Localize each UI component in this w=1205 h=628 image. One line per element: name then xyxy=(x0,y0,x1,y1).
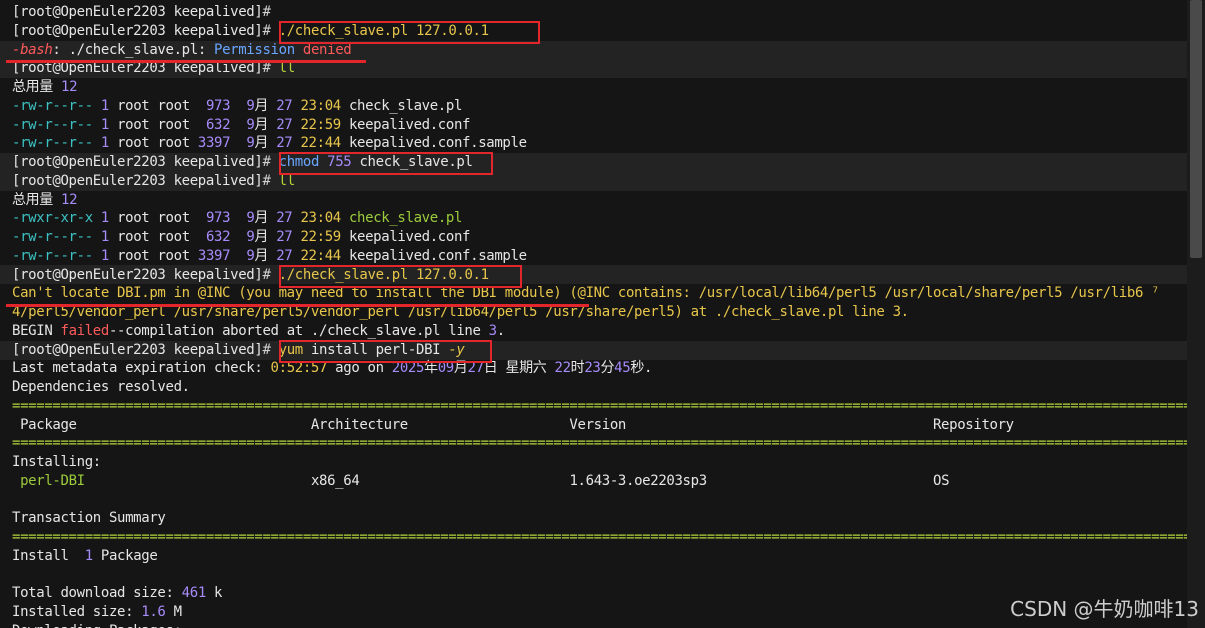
scrollbar[interactable] xyxy=(1187,0,1205,628)
terminal-line: -rw-r--r-- 1 root root 3397 9月 27 22:44 … xyxy=(12,247,527,264)
terminal-line: Installing: xyxy=(12,454,101,470)
terminal-output[interactable]: [root@OpenEuler2203 keepalived]# [root@Op… xyxy=(0,0,1187,628)
annotation-box-command xyxy=(279,21,540,44)
terminal-line: Package Architecture Version Repository … xyxy=(12,416,1187,433)
terminal-line: -rw-r--r-- 1 root root 632 9月 27 22:59 k… xyxy=(12,116,471,133)
terminal-line: -rw-r--r-- 1 root root 973 9月 27 23:04 c… xyxy=(12,97,463,114)
terminal-line: BEGIN failed--compilation aborted at ./c… xyxy=(12,322,505,339)
terminal-line: Dependencies resolved. xyxy=(12,379,190,395)
terminal-line: Installed size: 1.6 M xyxy=(12,604,182,620)
annotation-underline xyxy=(6,304,589,307)
terminal-line: ========================================… xyxy=(12,397,1187,414)
terminal-line: 总用量 12 xyxy=(12,79,78,95)
annotation-box-yum xyxy=(279,340,492,363)
terminal-line: -rw-r--r-- 1 root root 632 9月 27 22:59 k… xyxy=(12,229,471,245)
terminal-line: Transaction Summary xyxy=(12,510,166,527)
terminal-line: ========================================… xyxy=(12,529,1187,545)
terminal-line: -rw-r--r-- 1 root root 3397 9月 27 22:44 … xyxy=(12,135,527,152)
annotation-box-command xyxy=(279,265,522,288)
terminal-line: [root@OpenEuler2203 keepalived]# ll xyxy=(12,172,295,189)
terminal-line: Total download size: 461 k xyxy=(12,585,223,602)
terminal-line: 总用量 12 xyxy=(12,191,78,208)
terminal-line: ========================================… xyxy=(12,435,1187,452)
watermark: CSDN @牛奶咖啡13 xyxy=(1010,597,1199,621)
terminal-line: Downloading Packages: xyxy=(12,622,182,628)
terminal-line: -rwxr-xr-x 1 root root 973 9月 27 23:04 c… xyxy=(12,210,463,227)
scrollbar-thumb[interactable] xyxy=(1190,0,1202,258)
annotation-underline xyxy=(6,60,366,63)
terminal-line: Install 1 Package xyxy=(12,547,158,564)
annotation-box-chmod xyxy=(279,152,493,175)
terminal-line: Can't locate DBI.pm in @INC (you may nee… xyxy=(12,285,1160,302)
terminal-line: [root@OpenEuler2203 keepalived]# xyxy=(12,4,271,20)
terminal-line: perl-DBI x86_64 1.643-3.oe2203sp3 OS 461… xyxy=(20,472,1187,489)
